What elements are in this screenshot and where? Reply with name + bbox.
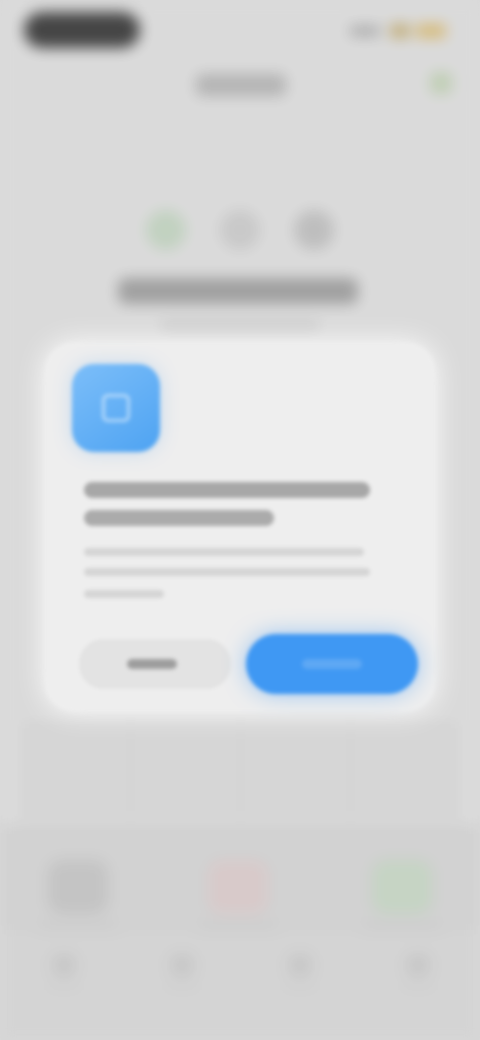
primary-button-label — [302, 659, 362, 669]
dialog-title-line-2 — [84, 510, 274, 526]
permission-dialog — [44, 342, 436, 712]
dialog-body-line-3 — [84, 590, 164, 598]
dialog-body — [84, 548, 364, 556]
primary-button[interactable] — [246, 634, 418, 694]
dialog-body-line-2 — [84, 568, 370, 576]
dialog-title — [84, 482, 370, 498]
secondary-button[interactable] — [80, 640, 230, 688]
app-screen — [0, 0, 480, 1040]
secondary-button-label — [127, 659, 177, 669]
app-icon — [72, 364, 160, 452]
app-glyph-icon — [102, 394, 130, 422]
